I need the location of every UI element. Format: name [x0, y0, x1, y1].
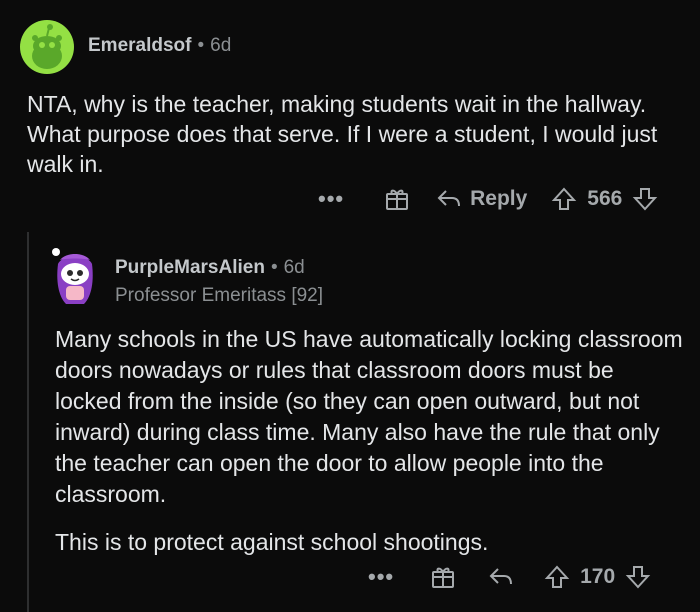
- upvote-icon[interactable]: [544, 564, 570, 590]
- more-dots-icon[interactable]: •••: [318, 186, 344, 212]
- snoo-avatar-icon: [52, 248, 93, 304]
- downvote-icon[interactable]: [625, 564, 651, 590]
- award-gift-icon[interactable]: [430, 564, 456, 590]
- reply-meta: PurpleMarsAlien • 6d: [115, 257, 305, 279]
- reply-time: 6d: [283, 257, 305, 278]
- snoo-avatar-icon: [32, 24, 62, 69]
- vote-score: 566: [587, 187, 623, 210]
- author-name[interactable]: Emeraldsof: [88, 35, 191, 56]
- user-flair: Professor Emeritass [92]: [115, 285, 324, 306]
- upvote-icon[interactable]: [551, 186, 577, 212]
- reply-author-name[interactable]: PurpleMarsAlien: [115, 257, 265, 278]
- more-dots-icon[interactable]: •••: [368, 564, 394, 590]
- reply-avatar[interactable]: [48, 246, 102, 306]
- comment-body: NTA, why is the teacher, making students…: [27, 91, 658, 177]
- reply-arrow-icon[interactable]: [488, 566, 514, 588]
- reply-paragraph: Many schools in the US have automaticall…: [55, 326, 683, 507]
- thread-line[interactable]: [27, 232, 29, 612]
- reply-body: Many schools in the US have automaticall…: [55, 324, 685, 558]
- award-gift-icon[interactable]: [384, 186, 410, 212]
- user-avatar[interactable]: [20, 20, 74, 74]
- vote-score: 170: [580, 565, 616, 588]
- reply-button[interactable]: Reply: [436, 187, 527, 211]
- meta-separator: •: [197, 35, 205, 56]
- downvote-icon[interactable]: [632, 186, 658, 212]
- reply-label: Reply: [470, 187, 528, 210]
- meta-separator: •: [270, 257, 278, 278]
- reply-arrow-icon: [437, 190, 461, 207]
- reply-paragraph: This is to protect against school shooti…: [55, 529, 489, 555]
- reply-actions: ••• 170: [368, 564, 651, 590]
- comment-actions: ••• Reply 566: [318, 186, 658, 212]
- comment-time: 6d: [210, 35, 232, 56]
- comment-meta: Emeraldsof • 6d: [88, 35, 231, 57]
